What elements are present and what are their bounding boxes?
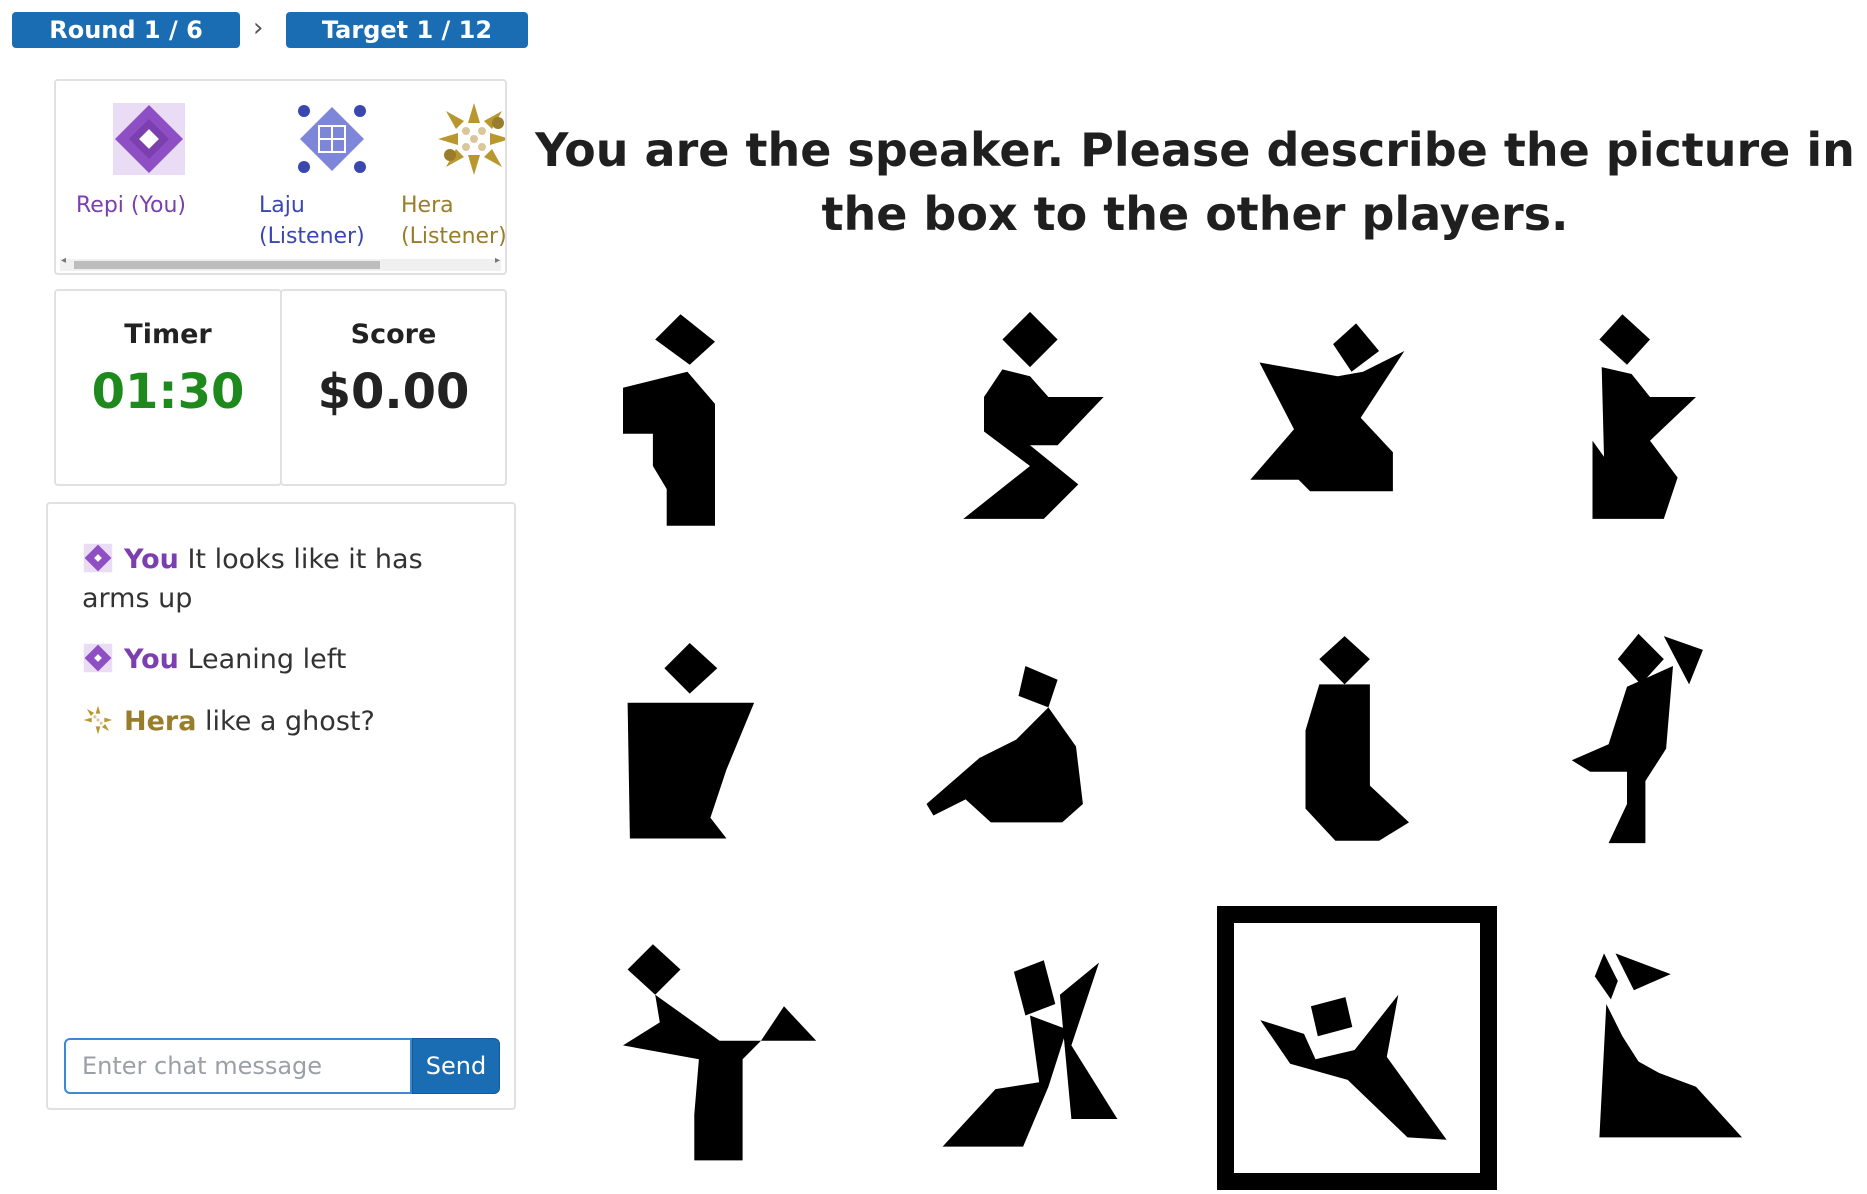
tangram-tile-12[interactable] xyxy=(1535,935,1765,1165)
message-text: Leaning left xyxy=(187,644,347,675)
tangram-figure-icon xyxy=(926,666,1083,823)
scroll-right-icon[interactable]: ▸ xyxy=(495,255,500,266)
player-name: Hera (Listener) xyxy=(401,193,507,249)
purple-diamond-avatar-icon xyxy=(83,543,113,573)
player-name: Repi (You) xyxy=(76,193,186,218)
purple-diamond-avatar-icon xyxy=(83,643,113,673)
tangram-figure-icon xyxy=(1594,953,1742,1138)
message-text: like a ghost? xyxy=(205,706,375,737)
tangram-figure-icon xyxy=(627,643,755,839)
chevron-right-icon: › xyxy=(253,13,264,43)
tangram-tile-7[interactable] xyxy=(1225,620,1455,850)
chat-message: You It looks like it has arms up xyxy=(82,540,482,618)
tangram-figure-icon xyxy=(623,314,715,526)
tangram-figure-icon xyxy=(1592,314,1696,519)
gold-burst-avatar-icon xyxy=(438,103,505,175)
message-author: You xyxy=(124,544,179,575)
score-panel: Score $0.00 xyxy=(280,289,507,486)
tangram-tile-5[interactable] xyxy=(600,620,830,850)
horizontal-scrollbar[interactable]: ◂ ▸ xyxy=(60,255,501,271)
score-label: Score xyxy=(350,319,437,350)
speaker-instruction: You are the speaker. Please describe the… xyxy=(535,123,1855,241)
tangram-figure-icon xyxy=(1571,633,1703,844)
tangram-figure-icon xyxy=(623,944,817,1161)
chat-panel: You It looks like it has arms up You Lea… xyxy=(46,502,516,1110)
player-repi: Repi (You) xyxy=(76,101,216,221)
players-panel: Repi (You) Laju (Listener) Hera (Listene… xyxy=(54,79,507,275)
message-author: Hera xyxy=(124,706,197,737)
tangram-figure-icon xyxy=(1250,323,1405,492)
tangram-tile-2[interactable] xyxy=(915,305,1145,535)
chat-message-input[interactable] xyxy=(64,1038,412,1094)
gold-burst-avatar-icon xyxy=(83,705,113,735)
tangram-tile-10[interactable] xyxy=(915,935,1145,1165)
tangram-tile-9[interactable] xyxy=(600,935,830,1165)
tangram-tile-6[interactable] xyxy=(915,620,1145,850)
player-name: Laju (Listener) xyxy=(259,193,365,249)
purple-diamond-avatar-icon xyxy=(113,103,185,175)
blue-grid-avatar-icon xyxy=(298,105,366,173)
timer-panel: Timer 01:30 xyxy=(54,289,282,486)
tangram-figure-icon xyxy=(1305,636,1409,841)
player-hera: Hera (Listener) xyxy=(401,101,507,252)
player-laju: Laju (Listener) xyxy=(259,101,399,252)
timer-value: 01:30 xyxy=(91,364,245,420)
target-indicator: Target 1 / 12 xyxy=(286,12,528,48)
score-value: $0.00 xyxy=(317,364,470,420)
tangram-tile-8[interactable] xyxy=(1535,620,1765,850)
round-indicator: Round 1 / 6 xyxy=(12,12,240,48)
tangram-tile-3[interactable] xyxy=(1225,305,1455,535)
chat-message: Hera like a ghost? xyxy=(82,702,482,741)
scroll-left-icon[interactable]: ◂ xyxy=(61,255,66,266)
selected-target-frame xyxy=(1217,906,1497,1190)
tangram-tile-4[interactable] xyxy=(1535,305,1765,535)
send-button[interactable]: Send xyxy=(412,1038,500,1094)
message-author: You xyxy=(124,644,179,675)
scrollbar-thumb[interactable] xyxy=(74,261,380,269)
tangram-figure-icon xyxy=(963,311,1104,519)
tangram-figure-icon xyxy=(942,960,1118,1147)
tangram-tile-1[interactable] xyxy=(600,305,830,535)
chat-message: You Leaning left xyxy=(82,640,482,679)
timer-label: Timer xyxy=(124,319,212,350)
